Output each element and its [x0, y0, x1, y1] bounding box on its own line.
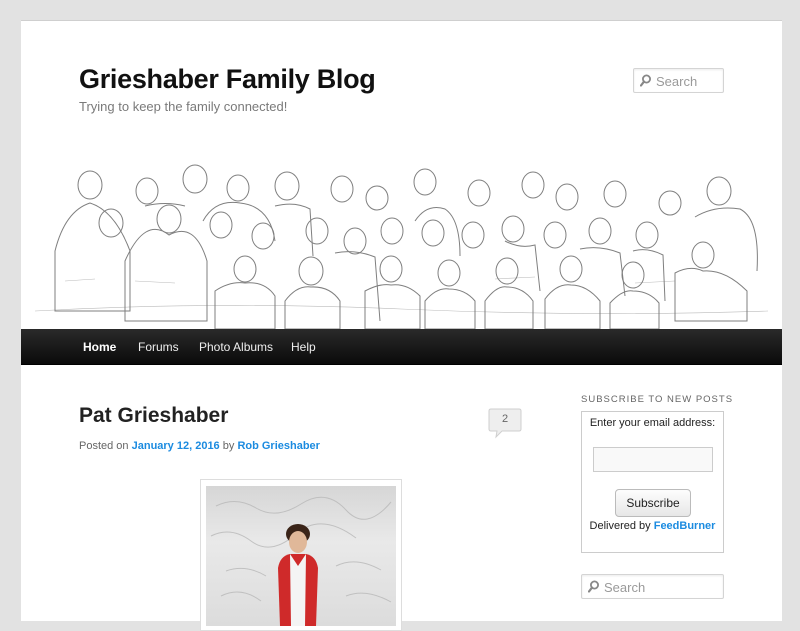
site-description: Trying to keep the family connected! — [79, 99, 288, 114]
woman-photo-image — [210, 496, 392, 626]
post-date-link[interactable]: January 12, 2016 — [132, 440, 220, 452]
nav-item-help[interactable]: Help — [291, 340, 316, 354]
nav-item-forums[interactable]: Forums — [138, 340, 179, 354]
post-photo-frame — [200, 479, 402, 631]
subscribe-button[interactable]: Subscribe — [615, 489, 691, 517]
comments-link[interactable]: 2 — [488, 407, 522, 439]
subscribe-widget-title: Subscribe to New Posts — [581, 394, 734, 405]
main-navigation: Home Forums Photo Albums Help — [21, 329, 782, 365]
feedburner-link[interactable]: FeedBurner — [654, 520, 716, 532]
email-label: Enter your email address: — [589, 417, 716, 429]
header-search-placeholder: Search — [656, 74, 698, 89]
delivered-by: Delivered by FeedBurner — [582, 520, 723, 532]
search-icon — [588, 580, 599, 593]
delivered-by-label: Delivered by — [589, 520, 651, 532]
page: Grieshaber Family Blog Trying to keep th… — [21, 20, 782, 631]
nav-item-photo-albums[interactable]: Photo Albums — [199, 340, 273, 354]
post-meta: Posted on January 12, 2016 by Rob Griesh… — [79, 440, 320, 452]
by-label: by — [222, 440, 235, 452]
post-author-link[interactable]: Rob Grieshaber — [237, 440, 320, 452]
subscribe-widget: Enter your email address: Subscribe Deli… — [581, 411, 724, 553]
site-title[interactable]: Grieshaber Family Blog — [79, 64, 376, 95]
posted-on-label: Posted on — [79, 440, 129, 452]
post-title[interactable]: Pat Grieshaber — [79, 404, 228, 428]
nav-item-home[interactable]: Home — [83, 340, 116, 354]
header-banner-image[interactable] — [34, 161, 769, 330]
comment-count: 2 — [501, 413, 509, 425]
sidebar-search-input[interactable]: Search — [581, 574, 724, 599]
search-icon — [640, 74, 651, 87]
header-search-input[interactable]: Search — [633, 68, 724, 93]
family-sketch-image — [34, 164, 769, 330]
email-input[interactable] — [593, 447, 713, 472]
sidebar-search-placeholder: Search — [604, 580, 646, 595]
post-photo[interactable] — [206, 486, 396, 626]
